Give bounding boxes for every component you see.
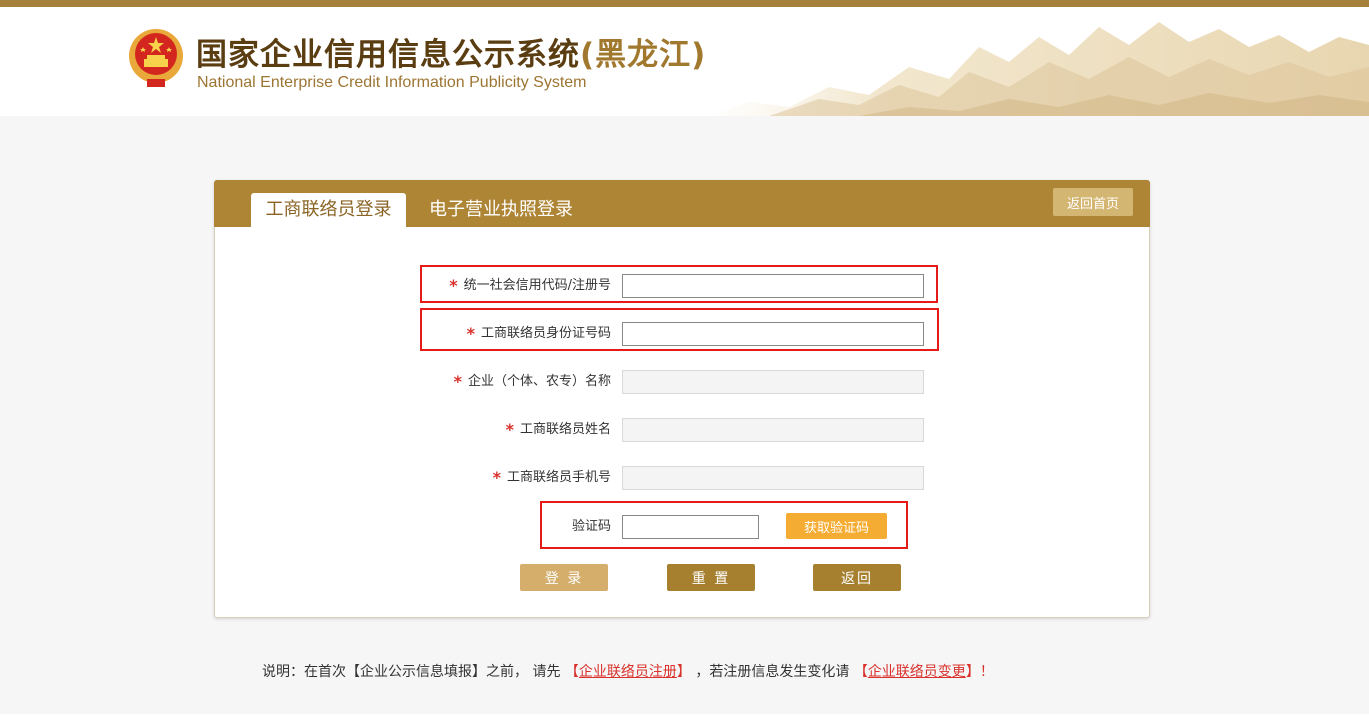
required-asterisk: * [505,420,514,439]
liaison-phone-input [622,466,924,490]
login-panel: 工商联络员登录 电子营业执照登录 返回首页 * 统一社会信用代码/注册号 * 工商联… [214,180,1150,618]
note-prefix: 说明：在首次【企业公示信息填报】之前， 请先 [262,664,561,680]
national-emblem-icon [129,29,183,87]
instruction-note: 说明：在首次【企业公示信息填报】之前， 请先 【企业联络员注册】 ，若注册信息发… [262,661,994,681]
form-row-id-number: * 工商联络员身份证号码 [215,322,1151,346]
site-subtitle: National Enterprise Credit Information P… [197,74,587,91]
top-accent-bar [0,0,1369,7]
site-header: 国家企业信用信息公示系统(黑龙江) National Enterprise Cr… [0,7,1369,116]
get-verification-code-button[interactable]: 获取验证码 [786,513,887,539]
enterprise-name-input [622,370,924,394]
tab-liaison-login[interactable]: 工商联络员登录 [251,193,406,227]
login-button[interactable]: 登 录 [520,564,608,591]
required-asterisk: * [466,324,475,343]
captcha-input[interactable] [622,515,759,539]
login-panel-header: 工商联络员登录 电子营业执照登录 返回首页 [214,180,1150,227]
form-row-liaison-phone: * 工商联络员手机号 [215,466,1151,490]
enterprise-name-label: * 企业（个体、农专）名称 [453,372,611,391]
form-row-liaison-name: * 工商联络员姓名 [215,418,1151,442]
tab-e-license-login[interactable]: 电子营业执照登录 [429,193,573,227]
back-button[interactable]: 返回 [813,564,901,591]
note-middle: ，若注册信息发生变化请 [695,664,850,680]
liaison-name-input [622,418,924,442]
required-asterisk: * [453,372,462,391]
site-title: 国家企业信用信息公示系统(黑龙江) [196,29,706,74]
required-asterisk: * [449,276,458,295]
liaison-name-label: * 工商联络员姓名 [505,420,611,439]
site-title-main: 国家企业信用信息公示系统 [196,37,580,73]
mountain-landscape-decoration [709,22,1369,116]
form-row-captcha: 验证码 [215,515,1151,539]
register-link[interactable]: 【企业联络员注册】 [565,664,691,680]
form-row-credit-code: * 统一社会信用代码/注册号 [215,274,1151,298]
credit-code-label: * 统一社会信用代码/注册号 [449,276,611,295]
captcha-label: 验证码 [571,519,611,534]
id-number-label: * 工商联络员身份证号码 [466,324,611,343]
id-number-input[interactable] [622,322,924,346]
liaison-phone-label: * 工商联络员手机号 [492,468,611,487]
site-title-province: (黑龙江) [580,37,707,73]
reset-button[interactable]: 重 置 [667,564,755,591]
required-asterisk: * [492,468,501,487]
form-row-enterprise-name: * 企业（个体、农专）名称 [215,370,1151,394]
change-link[interactable]: 【企业联络员变更】！ [854,664,994,680]
return-home-button[interactable]: 返回首页 [1053,188,1133,216]
credit-code-input[interactable] [622,274,924,298]
